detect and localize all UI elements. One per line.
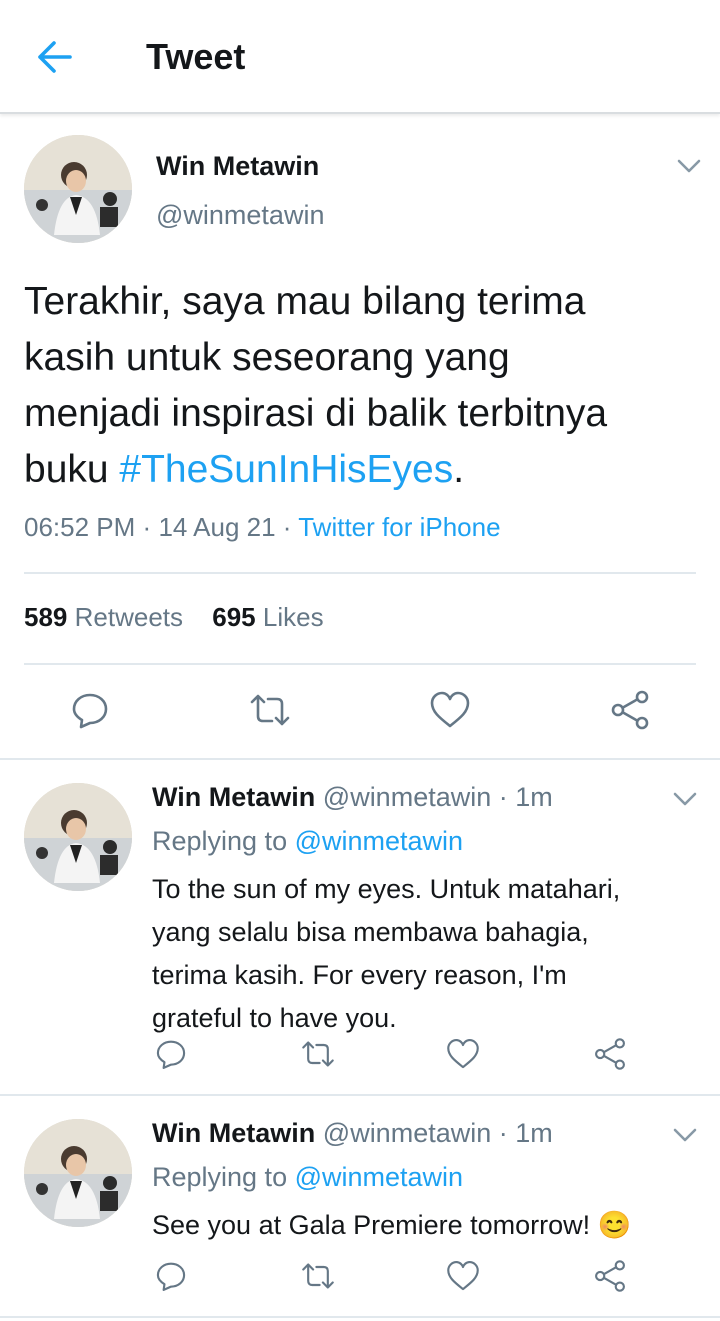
tweet-text: Terakhir, saya mau bilang terima kasih u…: [24, 274, 714, 498]
back-button[interactable]: [26, 32, 86, 82]
reply-text: See you at Gala Premiere tomorrow! 😊: [152, 1204, 712, 1247]
tweet-text-line: buku #TheSunInHisEyes.: [24, 442, 714, 498]
reply-header: Win Metawin @winmetawin · 1m: [152, 782, 553, 813]
avatar[interactable]: [24, 783, 132, 891]
like-button[interactable]: [428, 688, 472, 732]
profile-photo: [24, 1119, 132, 1227]
heart-icon: [447, 1039, 479, 1069]
retweet-button[interactable]: [300, 1258, 336, 1294]
tweet-text-line: Terakhir, saya mau bilang terima: [24, 280, 586, 323]
tweet-menu-button[interactable]: [670, 1125, 700, 1145]
divider: [24, 572, 696, 574]
heart-icon: [447, 1261, 479, 1291]
chevron-down-icon: [673, 792, 697, 806]
heart-icon: [430, 691, 470, 728]
replying-handle-link[interactable]: @winmetawin: [295, 826, 463, 856]
tweet-text-line: menjadi inspirasi di balik terbitnya: [24, 392, 608, 435]
retweets-label: Retweets: [74, 602, 184, 632]
profile-photo: [24, 135, 132, 243]
retweet-button[interactable]: [300, 1036, 336, 1072]
author-handle[interactable]: @winmetawin: [323, 782, 491, 812]
top-bar: Tweet: [0, 0, 720, 114]
reply-text-line: yang selalu bisa membawa bahagia,: [152, 917, 589, 947]
share-icon: [595, 1260, 625, 1292]
tweet-time: 06:52 PM: [24, 512, 136, 542]
reply-button[interactable]: [153, 1036, 189, 1072]
retweet-icon: [302, 1041, 334, 1067]
author-name[interactable]: Win Metawin: [152, 782, 315, 812]
tweet-menu-button[interactable]: [670, 789, 700, 809]
tweet-stats: 589 Retweets 695 Likes: [24, 602, 324, 633]
reply-text-line: grateful to have you.: [152, 1003, 397, 1033]
like-button[interactable]: [445, 1036, 481, 1072]
reply-text-line: terima kasih. For every reason, I'm: [152, 960, 567, 990]
meta-separator: ·: [282, 512, 292, 542]
tweet-text-line: kasih untuk seseorang yang: [24, 336, 510, 379]
author-handle[interactable]: @winmetawin: [156, 200, 324, 231]
reply-text-line: See you at Gala Premiere tomorrow! 😊: [152, 1210, 632, 1240]
arrow-left-icon: [38, 41, 72, 73]
profile-photo: [24, 783, 132, 891]
retweets-count: 589: [24, 602, 68, 632]
share-button[interactable]: [608, 688, 652, 732]
author-name[interactable]: Win Metawin: [152, 1118, 315, 1148]
author-handle[interactable]: @winmetawin: [323, 1118, 491, 1148]
reply-text: To the sun of my eyes. Untuk matahari, y…: [152, 868, 712, 1040]
chevron-down-icon: [677, 159, 701, 173]
page-title: Tweet: [146, 36, 246, 77]
reply-icon: [156, 1040, 186, 1069]
like-button[interactable]: [445, 1258, 481, 1294]
tweet-meta: 06:52 PM · 14 Aug 21 · Twitter for iPhon…: [24, 512, 501, 543]
reply-icon: [156, 1262, 186, 1291]
section-divider: [0, 758, 720, 760]
retweets-stat[interactable]: 589 Retweets: [24, 602, 183, 632]
share-button[interactable]: [592, 1036, 628, 1072]
replying-label: Replying to: [152, 1162, 288, 1192]
reply-time: · 1m: [498, 782, 553, 812]
chevron-down-icon: [673, 1128, 697, 1142]
tweet-text-fragment: .: [453, 448, 465, 491]
meta-separator: ·: [142, 512, 152, 542]
replying-to: Replying to @winmetawin: [152, 1162, 463, 1193]
replying-label: Replying to: [152, 826, 288, 856]
divider: [24, 663, 696, 665]
share-button[interactable]: [592, 1258, 628, 1294]
avatar[interactable]: [24, 1119, 132, 1227]
share-icon: [595, 1038, 625, 1070]
hashtag-link[interactable]: #TheSunInHisEyes: [119, 448, 453, 491]
author-name[interactable]: Win Metawin: [156, 151, 319, 182]
likes-count: 695: [212, 602, 256, 632]
tweet-source-link[interactable]: Twitter for iPhone: [298, 512, 500, 542]
tweet-date: 14 Aug 21: [158, 512, 276, 542]
section-divider: [0, 1316, 720, 1318]
retweet-icon: [250, 694, 290, 726]
reply-time: · 1m: [498, 1118, 553, 1148]
reply-button[interactable]: [153, 1258, 189, 1294]
avatar[interactable]: [24, 135, 132, 243]
retweet-button[interactable]: [248, 688, 292, 732]
section-divider: [0, 1094, 720, 1096]
reply-header: Win Metawin @winmetawin · 1m: [152, 1118, 553, 1149]
reply-button[interactable]: [68, 688, 112, 732]
reply-icon: [72, 693, 108, 729]
retweet-icon: [302, 1263, 334, 1289]
likes-stat[interactable]: 695 Likes: [212, 602, 323, 632]
replying-to: Replying to @winmetawin: [152, 826, 463, 857]
tweet-menu-button[interactable]: [674, 156, 704, 176]
replying-handle-link[interactable]: @winmetawin: [295, 1162, 463, 1192]
likes-label: Likes: [262, 602, 324, 632]
tweet-text-fragment: buku: [24, 448, 120, 491]
share-icon: [611, 690, 649, 730]
reply-text-line: To the sun of my eyes. Untuk matahari,: [152, 874, 621, 904]
